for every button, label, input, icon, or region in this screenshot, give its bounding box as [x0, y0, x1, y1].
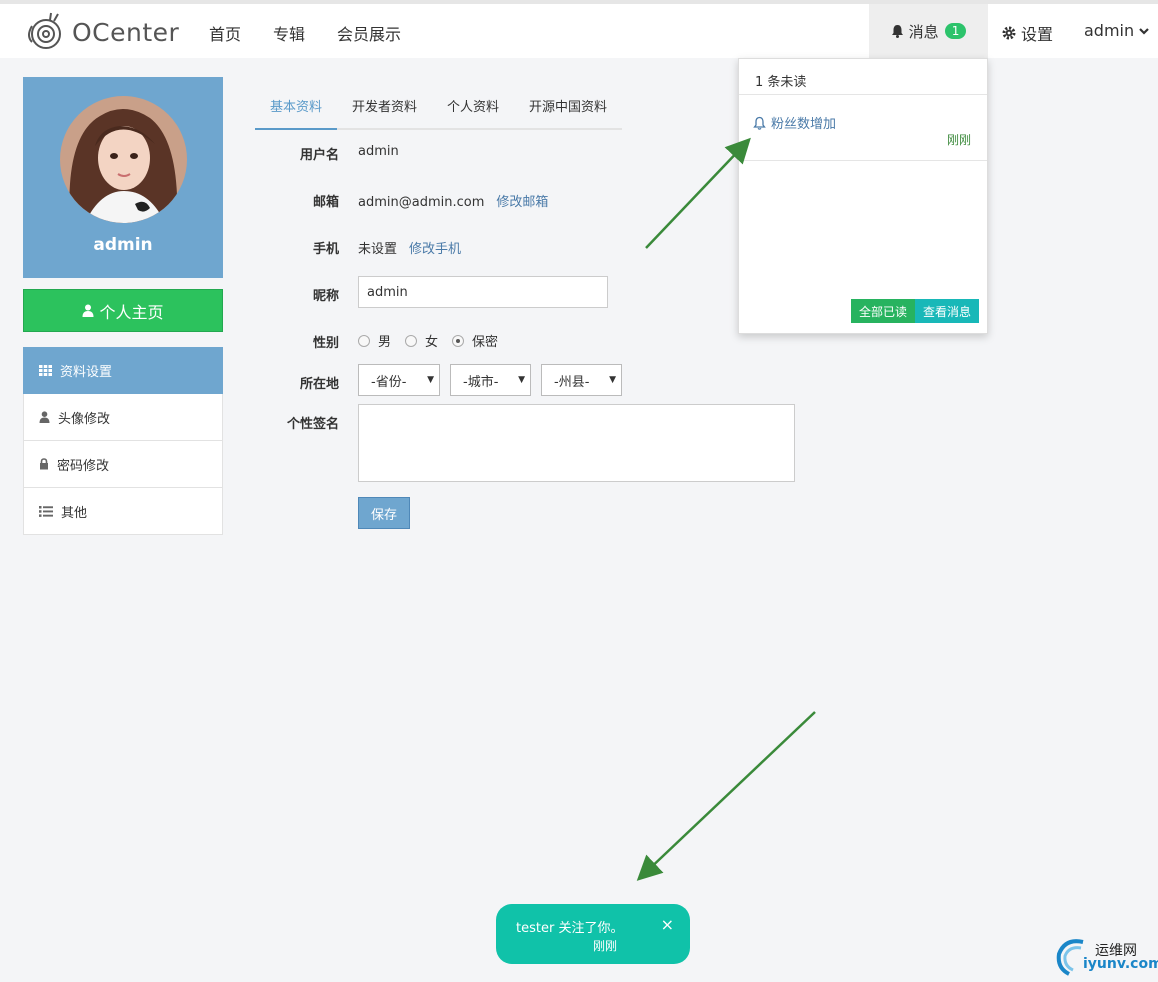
phone-row: 未设置 修改手机: [358, 238, 461, 257]
phone-label: 手机: [312, 242, 339, 257]
watermark-domain: iyunv.com: [1083, 956, 1158, 972]
dropdown-arrow-icon: ▼: [609, 375, 616, 385]
gender-radio-secret[interactable]: [452, 334, 465, 347]
city-select[interactable]: -城市- ▼: [450, 364, 531, 396]
top-navbar: OCenter 首页 专辑 会员展示 消息 1 设置 admin: [0, 0, 1158, 58]
tab-personal-info[interactable]: 个人资料: [432, 88, 514, 130]
avatar[interactable]: [60, 96, 187, 223]
location-label: 所在地: [299, 377, 339, 392]
gender-radio-male[interactable]: [358, 334, 370, 347]
brand-name: OCenter: [72, 17, 180, 47]
province-select[interactable]: -省份- ▼: [358, 364, 440, 396]
main-nav: 首页 专辑 会员展示: [209, 21, 433, 45]
tab-basic-info[interactable]: 基本资料: [255, 88, 337, 130]
follow-toast: tester 关注了你。 刚刚 ×: [496, 904, 690, 964]
list-icon: [39, 505, 53, 517]
side-item-profile-settings[interactable]: 资料设置: [23, 347, 223, 394]
nickname-input[interactable]: [358, 276, 608, 308]
county-select[interactable]: -州县- ▼: [541, 364, 622, 396]
brand-logo[interactable]: OCenter: [24, 12, 179, 52]
notification-time: 刚刚: [946, 133, 971, 147]
unread-count: 1 条未读: [739, 59, 987, 95]
mark-all-read-button[interactable]: 全部已读: [851, 299, 916, 323]
grid-icon: [39, 364, 52, 376]
settings-button[interactable]: 设置: [1002, 21, 1053, 45]
side-item-password[interactable]: 密码修改: [23, 441, 223, 488]
user-menu-label: admin: [1084, 21, 1135, 40]
profile-card: admin: [23, 77, 223, 278]
notification-title: 粉丝数增加: [771, 117, 837, 132]
nav-albums[interactable]: 专辑: [273, 21, 305, 45]
user-icon: [39, 411, 50, 423]
view-messages-button[interactable]: 查看消息: [915, 299, 980, 323]
side-item-label: 其他: [61, 505, 88, 521]
bell-outline-icon: [753, 116, 766, 130]
annotation-arrow-to-notification: [645, 137, 751, 249]
side-item-other[interactable]: 其他: [23, 488, 223, 535]
messages-button[interactable]: 消息 1: [869, 4, 988, 58]
messages-label: 消息: [908, 22, 939, 41]
gender-option-label: 保密: [472, 335, 499, 350]
side-item-label: 头像修改: [58, 411, 111, 427]
chevron-down-icon: [1139, 27, 1149, 35]
dropdown-arrow-icon: ▼: [427, 375, 434, 385]
county-value: -州县-: [554, 374, 590, 390]
close-icon[interactable]: ×: [661, 915, 674, 934]
notification-dropdown: 1 条未读 粉丝数增加 刚刚 全部已读 查看消息: [738, 58, 988, 334]
user-icon: [82, 304, 94, 317]
gender-radio-group: 男 女 保密: [358, 331, 512, 350]
watermark: 运维网 iyunv.com: [1055, 934, 1158, 978]
email-label: 邮箱: [312, 195, 339, 210]
username-value: admin: [358, 144, 399, 159]
nav-home[interactable]: 首页: [209, 21, 241, 45]
email-row: admin@admin.com 修改邮箱: [358, 191, 548, 210]
dropdown-arrow-icon: ▼: [518, 375, 525, 385]
change-phone-link[interactable]: 修改手机: [409, 242, 461, 257]
annotation-arrow-to-toast: [636, 711, 816, 881]
phone-value: 未设置: [358, 242, 398, 257]
change-email-link[interactable]: 修改邮箱: [496, 195, 548, 210]
bell-icon: [891, 25, 903, 38]
toast-time: 刚刚: [593, 939, 618, 953]
avatar-photo: [60, 96, 187, 223]
nav-members[interactable]: 会员展示: [337, 21, 401, 45]
messages-count-badge: 1: [944, 23, 967, 39]
save-button[interactable]: 保存: [358, 497, 410, 529]
username-label: 用户名: [299, 148, 339, 163]
personal-home-label: 个人主页: [99, 302, 164, 322]
gender-option-label: 男: [378, 335, 392, 350]
profile-tabs: 基本资料 开发者资料 个人资料 开源中国资料: [255, 88, 622, 130]
notification-actions: 全部已读 查看消息: [851, 299, 980, 323]
lock-icon: [39, 458, 49, 470]
city-value: -城市-: [463, 374, 499, 390]
profile-username: admin: [93, 235, 153, 255]
personal-home-button[interactable]: 个人主页: [23, 289, 223, 332]
side-item-label: 资料设置: [60, 364, 113, 380]
gender-label: 性别: [312, 336, 339, 351]
gear-icon: [1002, 26, 1016, 40]
tab-oschina-info[interactable]: 开源中国资料: [514, 88, 622, 130]
gender-option-label: 女: [425, 335, 439, 350]
settings-label: 设置: [1021, 25, 1054, 44]
side-item-avatar[interactable]: 头像修改: [23, 394, 223, 441]
notification-item[interactable]: 粉丝数增加 刚刚: [739, 95, 987, 161]
signature-label: 个性签名: [286, 417, 339, 432]
toast-message: tester 关注了你。: [516, 921, 624, 936]
nickname-label: 昵称: [312, 289, 339, 304]
gender-radio-female[interactable]: [405, 334, 418, 347]
user-menu[interactable]: admin: [1084, 21, 1150, 40]
notification-title-row: 粉丝数增加: [753, 113, 836, 132]
email-value: admin@admin.com: [358, 195, 485, 210]
snail-logo-icon: [28, 12, 61, 49]
signature-textarea[interactable]: [358, 404, 795, 482]
province-value: -省份-: [371, 374, 407, 390]
side-item-label: 密码修改: [57, 458, 110, 474]
tab-developer-info[interactable]: 开发者资料: [337, 88, 432, 130]
settings-side-menu: 资料设置 头像修改 密码修改 其他: [23, 347, 223, 535]
